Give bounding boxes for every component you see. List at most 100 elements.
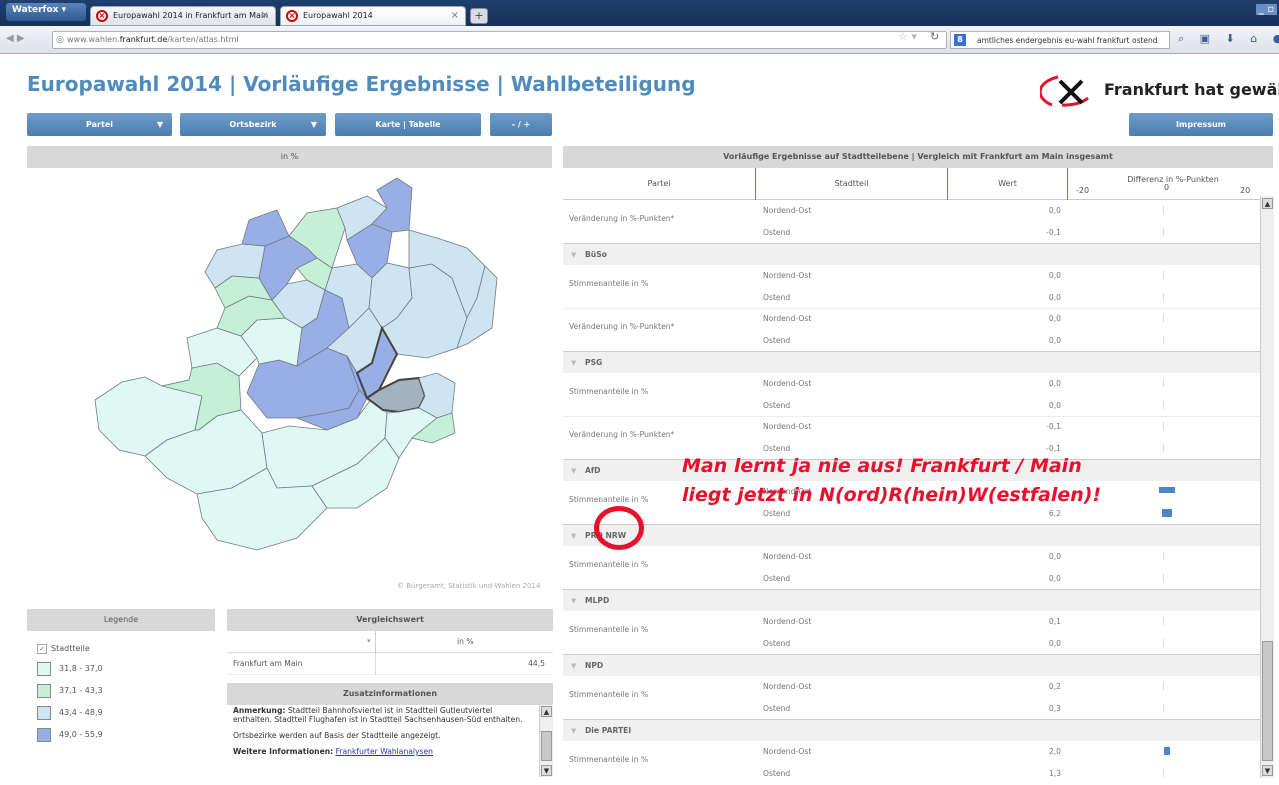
axis-min: -20 xyxy=(1076,186,1090,195)
stadtteil-cell: Ostend xyxy=(763,768,791,778)
tab-title: Europawahl 2014 xyxy=(303,11,373,20)
frankfurt-map[interactable] xyxy=(27,168,552,598)
diff-bar xyxy=(1163,206,1164,214)
search-input[interactable]: 8 amtliches endergebnis eu-wahl frankfur… xyxy=(950,31,1170,49)
app-label: Waterfox xyxy=(12,5,59,15)
table-row: Ostend 0,0 xyxy=(563,287,1260,309)
scroll-down-icon[interactable]: ▼ xyxy=(1262,765,1273,776)
collapse-icon[interactable]: ▼ xyxy=(571,655,576,677)
diff-bar xyxy=(1163,768,1164,777)
search-text: amtliches endergebnis eu-wahl frankfurt … xyxy=(977,36,1158,45)
bookmark-star-icon[interactable]: ☆ ▾ xyxy=(898,30,917,43)
diff-cell xyxy=(1073,546,1253,568)
caret-down-icon: ▼ xyxy=(156,120,163,129)
diff-bar xyxy=(1163,443,1164,452)
diff-cell xyxy=(1073,416,1253,438)
scroll-thumb[interactable] xyxy=(1262,641,1273,761)
annotation-line-2: liegt jetzt in N(ord)R(hein)W(estfalen)! xyxy=(682,484,1102,506)
party-name: NPD xyxy=(585,661,604,670)
diff-cell xyxy=(1073,373,1253,395)
party-group-header[interactable]: ▼ BüSo xyxy=(563,243,1260,265)
wert-cell: 0,0 xyxy=(1048,400,1061,410)
diff-cell xyxy=(1073,287,1253,309)
zusatz-scrollbar[interactable]: ▲ ▼ xyxy=(539,705,553,777)
wert-cell: -0,1 xyxy=(1046,422,1061,431)
new-tab-button[interactable]: + xyxy=(470,8,488,24)
diff-bar xyxy=(1163,573,1164,582)
legend-item: 31,8 - 37,0 xyxy=(37,662,103,676)
collapse-icon[interactable]: ▼ xyxy=(571,460,576,482)
search-engine-icon: 8 xyxy=(954,34,966,46)
stadtteil-cell: Nordend-Ost xyxy=(763,747,812,756)
party-group-header[interactable]: ▼ MLPD xyxy=(563,589,1260,611)
stadtteil-cell: Ostend xyxy=(763,703,791,713)
window-controls[interactable]: _ ▫ xyxy=(1255,4,1277,15)
legend-swatch xyxy=(37,662,51,676)
table-scrollbar[interactable]: ▲ ▼ xyxy=(1260,196,1274,778)
tab-frankfurt[interactable]: × Europawahl 2014 in Frankfurt am Main × xyxy=(90,6,276,26)
party-group-header[interactable]: ▼ PRO NRW xyxy=(563,524,1260,546)
table-column-header: Partei Stadtteil Wert Differenz in %-Pun… xyxy=(563,168,1260,200)
ortsbezirk-dropdown[interactable]: Ortsbezirk ▼ xyxy=(180,113,326,136)
table-row: Ostend 0,0 xyxy=(563,633,1260,655)
table-row: Nordend-Ost 2,0 xyxy=(563,741,1260,763)
sort-icon[interactable]: ▾ xyxy=(367,637,371,645)
logo-text: Frankfurt hat gewählt xyxy=(1104,80,1279,99)
zoom-button[interactable]: - / + xyxy=(490,113,552,136)
table-row: Ostend 0,0 xyxy=(563,395,1260,417)
party-group-header[interactable]: ▼ PSG xyxy=(563,351,1260,373)
annotation-text: Man lernt ja nie aus! Frankfurt / Main l… xyxy=(682,452,1101,510)
browser-titlebar: Waterfox ▾ × Europawahl 2014 in Frankfur… xyxy=(0,0,1279,26)
table-row: Nordend-Ost -0,1 xyxy=(563,416,1260,438)
url-bar[interactable]: ◎ www.wahlen.frankfurt.de/karten/atlas.h… xyxy=(52,31,947,49)
diff-bar xyxy=(1163,227,1164,236)
ortsbezirke-text: Ortsbezirke werden auf Basis der Stadtte… xyxy=(233,731,441,740)
table-row: Ostend 1,3 xyxy=(563,763,1260,779)
tab-europawahl[interactable]: × Europawahl 2014 × xyxy=(280,6,466,26)
karte-tabelle-button[interactable]: Karte | Tabelle xyxy=(335,113,481,136)
col-differenz[interactable]: Differenz in %-Punkten -20 0 20 xyxy=(1068,168,1260,200)
stadtteil-cell: Ostend xyxy=(763,638,791,648)
wert-cell: 0,3 xyxy=(1048,703,1061,713)
party-group-header[interactable]: ▼ NPD xyxy=(563,654,1260,676)
col-stadtteil[interactable]: Stadtteil xyxy=(756,168,948,200)
close-icon[interactable]: × xyxy=(261,10,269,21)
reload-icon[interactable]: ↻ xyxy=(930,30,939,43)
vergleich-row-label: Frankfurt am Main xyxy=(233,659,303,668)
app-menu-button[interactable]: Waterfox ▾ xyxy=(6,3,86,21)
table-row: Ostend -0,1 xyxy=(563,222,1260,244)
impressum-button[interactable]: Impressum xyxy=(1129,113,1273,136)
collapse-icon[interactable]: ▼ xyxy=(571,352,576,374)
party-name: AfD xyxy=(585,466,601,475)
back-forward-icon[interactable]: ◀ ▶ xyxy=(6,33,25,44)
diff-cell xyxy=(1073,200,1253,222)
stadtteile-checkbox[interactable]: ✓ Stadtteile xyxy=(37,644,90,654)
wahlanalysen-link[interactable]: Frankfurter Wahlanalysen xyxy=(336,747,433,756)
legend-label: 49,0 - 55,9 xyxy=(59,730,103,739)
legend-header: Legende xyxy=(27,609,215,631)
scroll-down-icon[interactable]: ▼ xyxy=(541,765,552,776)
col-wert[interactable]: Wert xyxy=(948,168,1068,200)
x-logo-icon xyxy=(1040,75,1089,107)
legend-item: 49,0 - 55,9 xyxy=(37,728,103,742)
collapse-icon[interactable]: ▼ xyxy=(571,590,576,612)
diff-bar xyxy=(1164,747,1170,755)
caret-down-icon: ▼ xyxy=(310,120,317,129)
collapse-icon[interactable]: ▼ xyxy=(571,244,576,266)
collapse-icon[interactable]: ▼ xyxy=(571,525,576,547)
collapse-icon[interactable]: ▼ xyxy=(571,720,576,742)
partei-dropdown[interactable]: Partei ▼ xyxy=(27,113,172,136)
map-panel[interactable]: © Bürgeramt, Statistik und Wahlen 2014 xyxy=(27,168,552,598)
close-icon[interactable]: × xyxy=(451,10,459,21)
diff-bar xyxy=(1163,703,1164,712)
toolbar-icons[interactable]: ⌕ ▣ ⬇ ⌂ ● xyxy=(1178,32,1279,46)
scroll-up-icon[interactable]: ▲ xyxy=(1262,198,1273,209)
scroll-up-icon[interactable]: ▲ xyxy=(541,706,552,717)
party-group-header[interactable]: ▼ Die PARTEI xyxy=(563,719,1260,741)
col-partei[interactable]: Partei xyxy=(563,168,756,200)
diff-cell xyxy=(1073,222,1253,244)
diff-bar xyxy=(1163,292,1164,301)
scroll-thumb[interactable] xyxy=(541,731,552,761)
globe-icon: ◎ xyxy=(56,35,64,45)
diff-cell xyxy=(1073,633,1253,655)
